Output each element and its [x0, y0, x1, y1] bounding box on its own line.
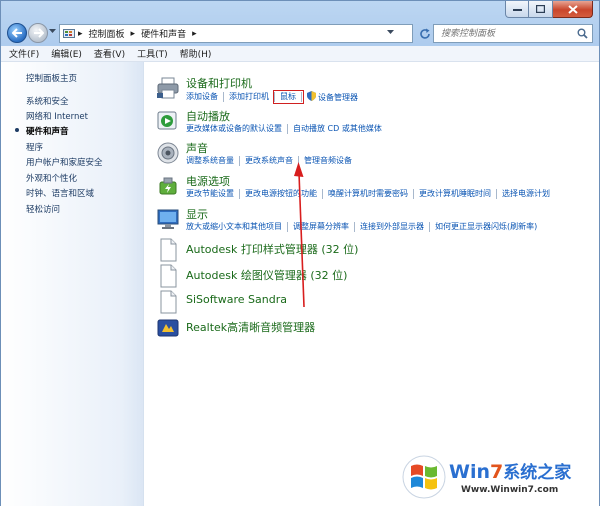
category-title-devices-printers[interactable]: 设备和打印机: [186, 75, 252, 91]
link-adjust-volume[interactable]: 调整系统音量: [186, 156, 240, 166]
active-bullet: [15, 128, 19, 132]
breadcrumb-separator[interactable]: ▸: [131, 29, 136, 39]
arrow-right-icon: [33, 28, 44, 38]
link-external-display[interactable]: 连接到外部显示器: [355, 222, 430, 232]
category-title-display[interactable]: 显示: [186, 206, 208, 222]
shield-icon: [307, 91, 316, 101]
minimize-button[interactable]: [505, 1, 529, 18]
sidebar-item-appearance[interactable]: 外观和个性化: [26, 172, 77, 184]
program-title[interactable]: Realtek高清晰音频管理器: [186, 319, 315, 335]
title-bar[interactable]: [1, 1, 599, 23]
watermark: Win7系统之家 Www.Winwin7.com: [401, 454, 597, 502]
windows-logo-icon: [402, 455, 446, 499]
sidebar-item-home[interactable]: 控制面板主页: [26, 72, 77, 84]
minimize-icon: [512, 9, 522, 11]
sidebar-item-ease-of-access[interactable]: 轻松访问: [26, 203, 60, 215]
link-device-manager-label: 设备管理器: [318, 93, 358, 102]
sidebar-item-system-security[interactable]: 系统和安全: [26, 95, 69, 107]
watermark-url: Www.Winwin7.com: [461, 485, 559, 495]
caption-buttons: [505, 1, 593, 18]
breadcrumb-control-panel[interactable]: 控制面板: [89, 27, 125, 40]
search-input[interactable]: [439, 27, 578, 40]
sidebar-item-clock-language[interactable]: 时钟、语言和区域: [26, 187, 94, 199]
maximize-button[interactable]: [529, 1, 553, 18]
control-panel-icon: [63, 29, 75, 38]
links-power: 更改节能设置 更改电源按钮的功能 唤醒计算机时需要密码 更改计算机睡眠时间 选择…: [186, 189, 555, 199]
breadcrumb-separator[interactable]: ▸: [192, 29, 197, 39]
category-title-sound[interactable]: 声音: [186, 140, 208, 156]
forward-button[interactable]: [28, 23, 48, 43]
file-icon[interactable]: [156, 238, 180, 262]
link-mouse[interactable]: 鼠标: [273, 90, 304, 104]
menu-edit[interactable]: 编辑(E): [51, 47, 82, 60]
link-change-power-saving[interactable]: 更改节能设置: [186, 189, 240, 199]
menu-tools[interactable]: 工具(T): [137, 47, 168, 60]
file-icon[interactable]: [156, 264, 180, 288]
address-bar[interactable]: ▸ 控制面板 ▸ 硬件和声音 ▸: [59, 24, 413, 43]
close-icon: [567, 4, 578, 14]
sidebar-item-network[interactable]: 网络和 Internet: [26, 110, 88, 122]
close-button[interactable]: [553, 1, 593, 18]
sidebar-item-user-accounts[interactable]: 用户帐户和家庭安全: [26, 156, 103, 168]
link-sleep-time[interactable]: 更改计算机睡眠时间: [414, 189, 497, 199]
main-panel: 设备和打印机 添加设备 添加打印机 鼠标 设备管理器 自动播放 更改媒体或设备的…: [144, 62, 599, 506]
recent-pages-dropdown-icon[interactable]: [49, 29, 56, 34]
link-refresh-rate[interactable]: 如何更正显示器闪烁(刷新率): [430, 222, 542, 232]
speaker-icon[interactable]: [156, 141, 180, 165]
refresh-button[interactable]: [415, 24, 434, 43]
link-text-size[interactable]: 放大或缩小文本和其他项目: [186, 222, 288, 232]
menu-help[interactable]: 帮助(H): [180, 47, 212, 60]
menu-file[interactable]: 文件(F): [9, 47, 39, 60]
realtek-icon[interactable]: [156, 316, 180, 340]
link-change-media-defaults[interactable]: 更改媒体或设备的默认设置: [186, 124, 288, 134]
back-button[interactable]: [7, 23, 27, 43]
link-add-printer[interactable]: 添加打印机: [224, 92, 275, 102]
links-autoplay: 更改媒体或设备的默认设置 自动播放 CD 或其他媒体: [186, 124, 387, 134]
watermark-brand-seven: 7: [490, 461, 504, 483]
maximize-icon: [536, 5, 545, 13]
address-dropdown-icon[interactable]: [387, 30, 394, 35]
printer-icon[interactable]: [156, 76, 180, 100]
refresh-icon: [419, 28, 430, 39]
content-area: 控制面板主页 系统和安全 网络和 Internet 硬件和声音 程序 用户帐户和…: [1, 62, 599, 506]
breadcrumb-hardware-sound[interactable]: 硬件和声音: [141, 27, 186, 40]
arrow-left-icon: [11, 28, 22, 38]
file-icon[interactable]: [156, 290, 180, 314]
sidebar-item-hardware-sound[interactable]: 硬件和声音: [26, 125, 69, 137]
power-icon[interactable]: [156, 174, 180, 198]
search-box[interactable]: [433, 24, 593, 43]
search-icon[interactable]: [577, 28, 588, 39]
sidebar-item-programs[interactable]: 程序: [26, 141, 43, 153]
display-icon[interactable]: [156, 207, 180, 231]
link-device-manager[interactable]: 设备管理器: [302, 91, 363, 103]
watermark-brand-win: Win: [449, 461, 490, 483]
annotation-arrow: [294, 162, 305, 308]
category-title-power[interactable]: 电源选项: [186, 173, 230, 189]
link-choose-power-plan[interactable]: 选择电源计划: [497, 189, 555, 199]
menu-bar: 文件(F) 编辑(E) 查看(V) 工具(T) 帮助(H): [1, 46, 599, 62]
address-row: ▸ 控制面板 ▸ 硬件和声音 ▸: [1, 21, 599, 47]
link-add-device[interactable]: 添加设备: [186, 92, 224, 102]
breadcrumb: ▸ 控制面板 ▸ 硬件和声音 ▸: [60, 27, 197, 41]
control-panel-window: ▸ 控制面板 ▸ 硬件和声音 ▸ 文件(F) 编辑(E) 查看(V): [0, 0, 600, 506]
links-devices-printers: 添加设备 添加打印机 鼠标 设备管理器: [186, 90, 363, 104]
program-title[interactable]: Autodesk 打印样式管理器 (32 位): [186, 241, 358, 257]
program-title[interactable]: SiSoftware Sandra: [186, 293, 287, 306]
category-title-autoplay[interactable]: 自动播放: [186, 108, 230, 124]
sidebar: 控制面板主页 系统和安全 网络和 Internet 硬件和声音 程序 用户帐户和…: [1, 62, 144, 506]
link-wake-password[interactable]: 唤醒计算机时需要密码: [323, 189, 414, 199]
autoplay-icon[interactable]: [156, 109, 180, 133]
program-title[interactable]: Autodesk 绘图仪管理器 (32 位): [186, 267, 347, 283]
link-autoplay-cd[interactable]: 自动播放 CD 或其他媒体: [288, 124, 387, 134]
watermark-brand: Win7系统之家: [449, 458, 571, 483]
watermark-brand-text: 系统之家: [503, 463, 572, 483]
links-sound: 调整系统音量 更改系统声音 管理音频设备: [186, 156, 357, 166]
links-display: 放大或缩小文本和其他项目 调整屏幕分辨率 连接到外部显示器 如何更正显示器闪烁(…: [186, 222, 542, 232]
breadcrumb-separator[interactable]: ▸: [78, 29, 83, 39]
menu-view[interactable]: 查看(V): [94, 47, 125, 60]
